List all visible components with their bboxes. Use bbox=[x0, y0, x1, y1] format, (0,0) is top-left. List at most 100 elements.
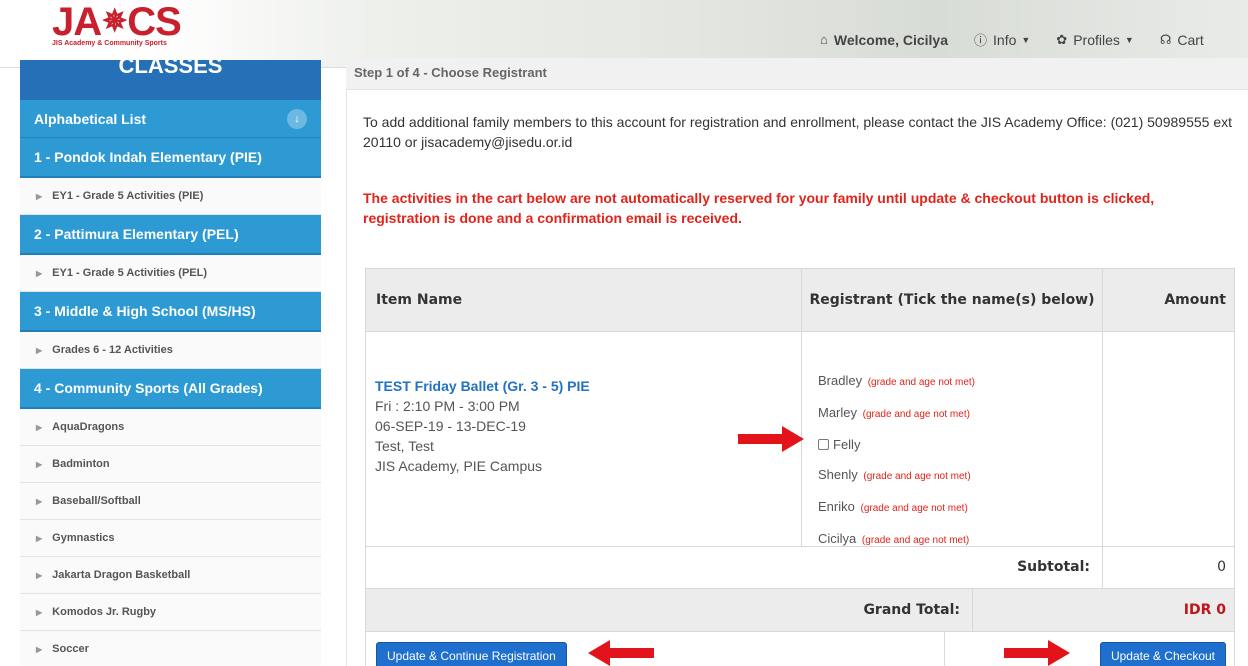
sidebar-item-jakarta-dragon-basketball[interactable]: ▶ Jakarta Dragon Basketball bbox=[20, 557, 321, 594]
col-header-registrant: Registrant (Tick the name(s) below) bbox=[809, 292, 1095, 308]
table-header-row: Item Name Registrant (Tick the name(s) b… bbox=[365, 268, 1235, 332]
step-indicator: Step 1 of 4 - Choose Registrant bbox=[346, 58, 1248, 90]
update-checkout-button[interactable]: Update & Checkout bbox=[1099, 642, 1226, 666]
cart-item-details: TEST Friday Ballet (Gr. 3 - 5) PIE Fri :… bbox=[375, 376, 590, 476]
logo-subtitle: JIS Academy & Community Sports bbox=[52, 40, 167, 47]
nav-profiles-dropdown[interactable]: ✿ Profiles ▼ bbox=[1056, 30, 1134, 49]
registrant-name[interactable]: Felly bbox=[833, 437, 860, 452]
caret-right-icon: ▶ bbox=[36, 268, 43, 278]
divider bbox=[1102, 332, 1103, 546]
registrant-shenly: Shenly (grade and age not met) bbox=[818, 460, 975, 492]
registrant-name: Enriko bbox=[818, 499, 855, 514]
cart-item-title-link[interactable]: TEST Friday Ballet (Gr. 3 - 5) PIE bbox=[375, 376, 590, 396]
sidebar-section-community-sports[interactable]: 4 - Community Sports (All Grades) bbox=[20, 369, 321, 409]
action-row: Update & Continue Registration Update & … bbox=[365, 632, 1235, 666]
sidebar-item-label: Grades 6 - 12 Activities bbox=[52, 344, 173, 356]
col-header-amount: Amount bbox=[1164, 292, 1226, 308]
sidebar-item-label: Komodos Jr. Rugby bbox=[52, 606, 157, 618]
registrant-felly[interactable]: Felly bbox=[818, 430, 975, 460]
sort-alpha-icon[interactable]: ↓ bbox=[287, 108, 307, 129]
grand-total-value: IDR 0 bbox=[1183, 602, 1226, 618]
cart-item-dates: 06-SEP-19 - 13-DEC-19 bbox=[375, 418, 526, 434]
grand-total-label: Grand Total: bbox=[863, 602, 960, 618]
classes-header: CLASSES bbox=[20, 60, 321, 100]
divider bbox=[944, 632, 945, 666]
grand-total-row: Grand Total: IDR 0 bbox=[365, 588, 1235, 632]
sidebar-item-baseball-softball[interactable]: ▶ Baseball/Softball bbox=[20, 483, 321, 520]
cart-item-location: JIS Academy, PIE Campus bbox=[375, 458, 543, 474]
registrant-name: Bradley bbox=[818, 373, 863, 388]
sidebar-item-soccer[interactable]: ▶ Soccer bbox=[20, 631, 321, 666]
divider bbox=[972, 589, 973, 631]
caret-right-icon: ▶ bbox=[36, 570, 43, 580]
nav-profiles-label: Profiles bbox=[1073, 31, 1120, 48]
divider bbox=[1102, 547, 1103, 588]
nav-cart[interactable]: ☊ Cart bbox=[1160, 30, 1204, 49]
sidebar-item-gymnastics[interactable]: ▶ Gymnastics bbox=[20, 520, 321, 557]
subtotal-label: Subtotal: bbox=[1017, 559, 1090, 575]
alphabetical-list-header[interactable]: Alphabetical List ↓ bbox=[20, 100, 321, 138]
alphabetical-list-label: Alphabetical List bbox=[34, 110, 147, 127]
registrant-bradley: Bradley (grade and age not met) bbox=[818, 366, 975, 398]
top-nav: ⌂ Welcome, Cicilya ⓘ Info ▼ ✿ Profiles ▼… bbox=[820, 30, 1230, 49]
subtotal-row: Subtotal: 0 bbox=[365, 547, 1235, 589]
gear-icon: ✿ bbox=[1056, 31, 1068, 47]
sidebar: CLASSES Alphabetical List ↓ 1 - Pondok I… bbox=[20, 60, 321, 666]
sidebar-section-pie[interactable]: 1 - Pondok Indah Elementary (PIE) bbox=[20, 138, 321, 178]
sidebar-item-label: Soccer bbox=[52, 643, 89, 655]
nav-cart-label: Cart bbox=[1177, 31, 1204, 48]
warning-message: The activities in the cart below are not… bbox=[363, 190, 1155, 226]
registrant-note: (grade and age not met) bbox=[862, 409, 970, 420]
sidebar-section-pel[interactable]: 2 - Pattimura Elementary (PEL) bbox=[20, 215, 321, 255]
logo-star-icon: ✵ bbox=[102, 5, 127, 38]
sidebar-item-label: Gymnastics bbox=[52, 532, 115, 544]
registrant-enriko: Enriko (grade and age not met) bbox=[818, 492, 975, 524]
sidebar-section-mshs[interactable]: 3 - Middle & High School (MS/HS) bbox=[20, 292, 321, 332]
cart-item-instructor: Test, Test bbox=[375, 438, 434, 454]
registrant-note: (grade and age not met) bbox=[863, 471, 971, 482]
sidebar-item-grades-6-12[interactable]: ▶ Grades 6 - 12 Activities bbox=[20, 332, 321, 369]
sidebar-item-aquadragons[interactable]: ▶ AquaDragons bbox=[20, 409, 321, 446]
sidebar-item-label: Baseball/Softball bbox=[52, 495, 141, 507]
cart-table: Item Name Registrant (Tick the name(s) b… bbox=[365, 268, 1235, 666]
update-continue-registration-button[interactable]: Update & Continue Registration bbox=[376, 642, 567, 666]
registrant-note: (grade and age not met) bbox=[860, 503, 968, 514]
chevron-down-icon: ▼ bbox=[1021, 34, 1031, 45]
sidebar-item-label: EY1 - Grade 5 Activities (PIE) bbox=[52, 190, 204, 202]
col-header-item-name: Item Name bbox=[376, 292, 463, 308]
chevron-down-icon: ▼ bbox=[1124, 34, 1134, 45]
caret-right-icon: ▶ bbox=[36, 533, 43, 543]
nav-info-label: Info bbox=[993, 31, 1017, 48]
caret-right-icon: ▶ bbox=[36, 644, 43, 654]
registrant-marley: Marley (grade and age not met) bbox=[818, 398, 975, 430]
sidebar-item-label: AquaDragons bbox=[52, 421, 125, 433]
subtotal-value: 0 bbox=[1217, 559, 1226, 575]
registrant-name: Cicilya bbox=[818, 531, 857, 546]
sidebar-item-pie-activities[interactable]: ▶ EY1 - Grade 5 Activities (PIE) bbox=[20, 178, 321, 215]
registrant-name: Marley bbox=[818, 405, 858, 420]
caret-right-icon: ▶ bbox=[36, 422, 43, 432]
info-message: To add additional family members to this… bbox=[363, 114, 1232, 150]
info-icon: ⓘ bbox=[974, 33, 988, 48]
nav-info-dropdown[interactable]: ⓘ Info ▼ bbox=[974, 30, 1030, 49]
sidebar-item-komodos-jr-rugby[interactable]: ▶ Komodos Jr. Rugby bbox=[20, 594, 321, 631]
logo-text-left: JA bbox=[52, 0, 102, 44]
sidebar-item-label: EY1 - Grade 5 Activities (PEL) bbox=[52, 267, 208, 279]
classes-title: CLASSES bbox=[118, 60, 223, 78]
registrant-checkbox-felly[interactable] bbox=[818, 439, 829, 450]
sidebar-item-label: Jakarta Dragon Basketball bbox=[52, 569, 191, 581]
nav-welcome[interactable]: ⌂ Welcome, Cicilya bbox=[820, 30, 948, 49]
cart-icon: ☊ bbox=[1159, 31, 1172, 47]
sidebar-item-pel-activities[interactable]: ▶ EY1 - Grade 5 Activities (PEL) bbox=[20, 255, 321, 292]
jacs-logo[interactable]: JA✵CS JIS Academy & Community Sports bbox=[52, 2, 212, 47]
registrant-note: (grade and age not met) bbox=[861, 535, 970, 546]
sidebar-item-badminton[interactable]: ▶ Badminton bbox=[20, 446, 321, 483]
arrow-right-icon bbox=[1004, 640, 1070, 666]
caret-right-icon: ▶ bbox=[36, 459, 43, 469]
registrant-name: Shenly bbox=[818, 467, 858, 482]
caret-right-icon: ▶ bbox=[36, 496, 43, 506]
main-content: To add additional family members to this… bbox=[346, 90, 1248, 666]
registrant-list: Bradley (grade and age not met) Marley (… bbox=[818, 366, 975, 556]
caret-right-icon: ▶ bbox=[36, 345, 43, 355]
caret-right-icon: ▶ bbox=[36, 191, 43, 201]
